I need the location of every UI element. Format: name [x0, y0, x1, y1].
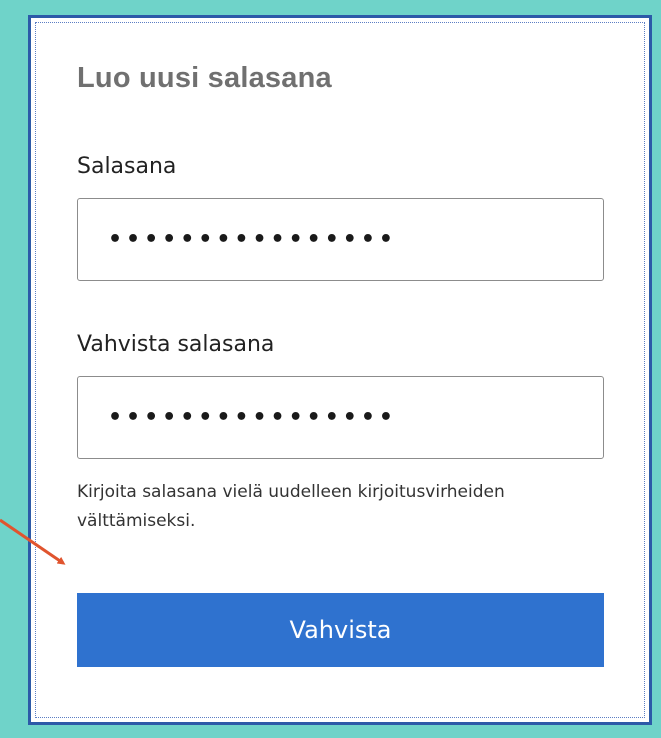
- password-dialog: Luo uusi salasana Salasana Vahvista sala…: [28, 15, 652, 725]
- confirm-password-label: Vahvista salasana: [77, 332, 275, 357]
- password-input[interactable]: [77, 198, 604, 281]
- confirm-password-input[interactable]: [77, 376, 604, 459]
- confirm-button[interactable]: Vahvista: [77, 593, 604, 667]
- dialog-title: Luo uusi salasana: [77, 62, 332, 94]
- confirm-hint-text: Kirjoita salasana vielä uudelleen kirjoi…: [77, 482, 505, 531]
- page-background: Luo uusi salasana Salasana Vahvista sala…: [0, 0, 661, 738]
- password-label: Salasana: [77, 154, 177, 179]
